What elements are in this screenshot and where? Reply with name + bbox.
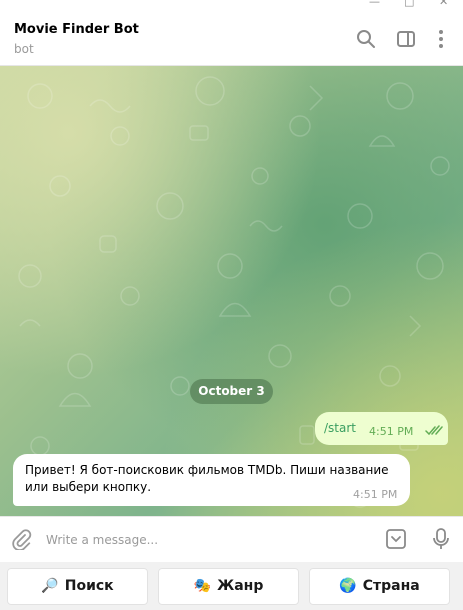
- message-input[interactable]: [44, 525, 368, 555]
- microphone-icon[interactable]: [430, 527, 452, 551]
- message-composer: [0, 516, 463, 562]
- keyboard-toggle-icon[interactable]: [385, 528, 407, 550]
- message-time: 4:51 PM: [353, 488, 398, 501]
- maximize-button[interactable]: □: [404, 0, 414, 8]
- chat-status: bot: [14, 42, 34, 56]
- outgoing-message[interactable]: /start 4:51 PM: [315, 412, 448, 445]
- magnifier-icon: 🔎: [41, 578, 59, 594]
- button-label: Поиск: [64, 578, 114, 594]
- globe-icon: 🌍: [339, 578, 357, 594]
- chat-area[interactable]: October 3 /start 4:51 PM Привет! Я бот-п…: [0, 66, 463, 516]
- message-text[interactable]: /start: [324, 421, 356, 435]
- theater-masks-icon: 🎭: [193, 578, 212, 594]
- search-button[interactable]: 🔎 Поиск: [7, 568, 148, 605]
- double-check-icon: [425, 425, 443, 436]
- bot-keyboard: 🔎 Поиск 🎭 Жанр 🌍 Страна: [0, 562, 463, 610]
- date-separator: October 3: [190, 379, 273, 404]
- sidebar-toggle-icon[interactable]: [395, 28, 417, 50]
- chat-title[interactable]: Movie Finder Bot: [14, 22, 139, 37]
- message-time: 4:51 PM: [369, 425, 414, 438]
- attach-icon[interactable]: [10, 528, 32, 552]
- button-label: Страна: [362, 578, 420, 594]
- genre-button[interactable]: 🎭 Жанр: [158, 568, 299, 605]
- close-button[interactable]: ✕: [439, 0, 448, 8]
- chat-header: Movie Finder Bot bot: [0, 10, 463, 66]
- country-button[interactable]: 🌍 Страна: [309, 568, 450, 605]
- window-titlebar: — □ ✕: [0, 0, 463, 10]
- more-vertical-icon[interactable]: [430, 28, 452, 50]
- incoming-message[interactable]: Привет! Я бот-поисковик фильмов TMDb. Пи…: [13, 454, 410, 506]
- message-text[interactable]: Привет! Я бот-поисковик фильмов TMDb. Пи…: [25, 462, 400, 496]
- wallpaper-pattern: [18, 76, 450, 508]
- button-label: Жанр: [217, 578, 264, 594]
- minimize-button[interactable]: —: [369, 0, 380, 8]
- search-icon[interactable]: [355, 28, 377, 50]
